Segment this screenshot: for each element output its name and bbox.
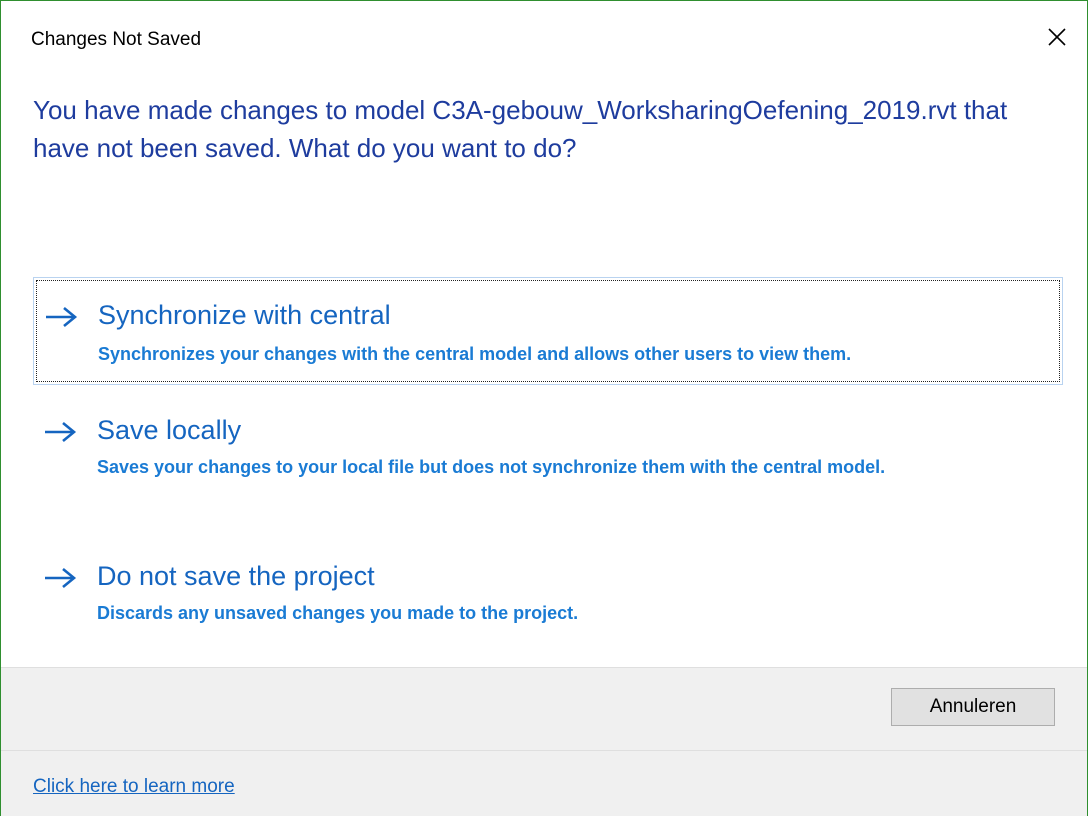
option-label: Save locally [97,415,242,445]
learn-more-link[interactable]: Click here to learn more [33,776,235,798]
option-label: Do not save the project [97,561,375,591]
arrow-right-icon [45,421,77,443]
arrow-right-icon [46,306,78,328]
title-bar: Changes Not Saved [1,1,1087,79]
arrow-right-icon [45,567,77,589]
footer-divider [1,750,1087,751]
option-description: Discards any unsaved changes you made to… [97,603,579,623]
save-locally-option[interactable]: Save locally Saves your changes to your … [33,403,1063,527]
dialog-footer: Annuleren Click here to learn more [1,667,1087,816]
changes-not-saved-dialog: Changes Not Saved You have made changes … [0,0,1088,816]
synchronize-with-central-option[interactable]: Synchronize with central Synchronizes yo… [33,277,1063,385]
close-icon [1048,28,1066,46]
do-not-save-option[interactable]: Do not save the project Discards any uns… [33,551,1063,635]
close-button[interactable] [1035,15,1079,59]
dialog-title: Changes Not Saved [31,29,202,50]
cancel-button[interactable]: Annuleren [891,688,1055,726]
option-description: Synchronizes your changes with the centr… [98,344,852,364]
option-description: Saves your changes to your local file bu… [97,457,886,477]
main-instruction: You have made changes to model C3A-gebou… [33,95,1008,163]
option-label: Synchronize with central [98,300,391,330]
